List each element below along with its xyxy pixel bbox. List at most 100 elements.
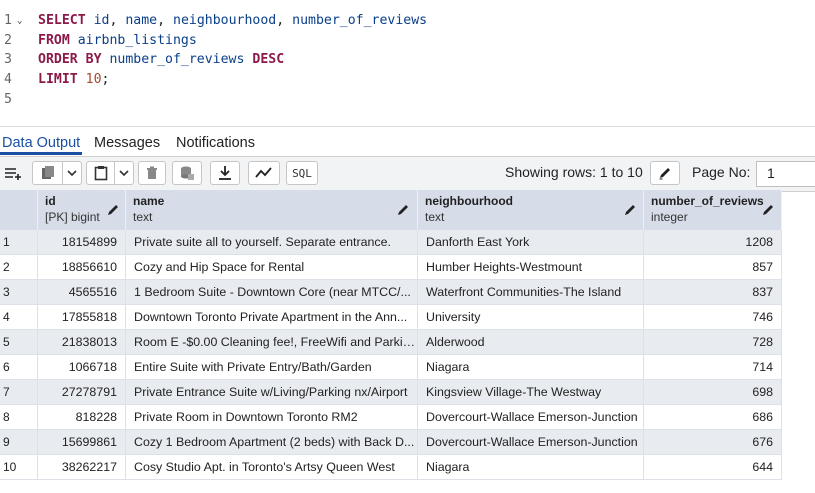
cell-neighbourhood[interactable]: Danforth East York (418, 230, 644, 255)
cell-name[interactable]: Private suite all to yourself. Separate … (126, 230, 418, 255)
row-number[interactable]: 1 (0, 230, 38, 255)
save-data-icon[interactable] (172, 161, 202, 185)
cell-neighbourhood[interactable]: Niagara (418, 455, 644, 480)
cell-number-of-reviews[interactable]: 857 (644, 255, 782, 280)
cell-name[interactable]: Room E -$0.00 Cleaning fee!, FreeWifi an… (126, 330, 418, 355)
cell-neighbourhood[interactable]: Dovercourt-Wallace Emerson-Junction (418, 430, 644, 455)
code-token: LIMIT (38, 72, 86, 88)
copy-dropdown-chevron-icon[interactable] (62, 161, 82, 185)
cell-neighbourhood[interactable]: Kingsview Village-The Westway (418, 380, 644, 405)
page-number-input[interactable]: 1 (756, 161, 815, 187)
cell-number-of-reviews[interactable]: 676 (644, 430, 782, 455)
line-gutter: 2 (0, 31, 30, 51)
sql-button[interactable]: SQL (286, 161, 318, 185)
line-gutter: 4 (0, 70, 30, 90)
delete-icon[interactable] (138, 161, 166, 185)
table-row[interactable]: 6 1066718 Entire Suite with Private Entry/… (0, 355, 782, 380)
cell-number-of-reviews[interactable]: 837 (644, 280, 782, 305)
cell-name[interactable]: 1 Bedroom Suite - Downtown Core (near MT… (126, 280, 418, 305)
tab-messages[interactable]: Messages (94, 133, 160, 153)
row-number[interactable]: 10 (0, 455, 38, 480)
table-row[interactable]: 7 27278791 Private Entrance Suite w/Living… (0, 380, 782, 405)
column-type: integer (651, 210, 688, 224)
table-row[interactable]: 9 15699861 Cozy 1 Bedroom Apartment (2 bed… (0, 430, 782, 455)
code-token: , (276, 13, 293, 28)
cell-name[interactable]: Private Entrance Suite w/Living/Parking … (126, 380, 418, 405)
cell-neighbourhood[interactable]: Niagara (418, 355, 644, 380)
cell-id[interactable]: 4565516 (38, 280, 126, 305)
download-icon[interactable] (210, 161, 240, 185)
tab-notifications[interactable]: Notifications (176, 133, 255, 153)
cell-number-of-reviews[interactable]: 714 (644, 355, 782, 380)
cell-id[interactable]: 27278791 (38, 380, 126, 405)
tab-data-output[interactable]: Data Output (2, 133, 80, 153)
cell-name[interactable]: Downtown Toronto Private Apartment in th… (126, 305, 418, 330)
line-number: 1 (4, 13, 12, 28)
column-header-name[interactable]: name text (126, 190, 418, 230)
table-row[interactable]: 8 818228 Private Room in Downtown Toronto … (0, 405, 782, 430)
edit-column-pencil-icon[interactable] (761, 203, 775, 217)
cell-name[interactable]: Entire Suite with Private Entry/Bath/Gar… (126, 355, 418, 380)
cell-number-of-reviews[interactable]: 644 (644, 455, 782, 480)
fold-chevron-icon[interactable]: ⌄ (17, 11, 22, 31)
row-number[interactable]: 8 (0, 405, 38, 430)
column-header-id[interactable]: id [PK] bigint (38, 190, 126, 230)
page-number-label: Page No: (692, 164, 751, 180)
table-row[interactable]: 10 38262217 Cosy Studio Apt. in Toronto's … (0, 455, 782, 480)
cell-id[interactable]: 15699861 (38, 430, 126, 455)
edit-column-pencil-icon[interactable] (106, 203, 120, 217)
cell-number-of-reviews[interactable]: 686 (644, 405, 782, 430)
edit-column-pencil-icon[interactable] (396, 203, 410, 217)
cell-name[interactable]: Cosy Studio Apt. in Toronto's Artsy Quee… (126, 455, 418, 480)
code-token: neighbourhood (173, 13, 277, 28)
table-row[interactable]: 4 17855818 Downtown Toronto Private Apartm… (0, 305, 782, 330)
cell-id[interactable]: 21838013 (38, 330, 126, 355)
code-text: LIMIT 10; (38, 70, 109, 90)
cell-number-of-reviews[interactable]: 746 (644, 305, 782, 330)
row-number[interactable]: 3 (0, 280, 38, 305)
table-row[interactable]: 2 18856610 Cozy and Hip Space for Rental Hu… (0, 255, 782, 280)
table-row[interactable]: 3 4565516 1 Bedroom Suite - Downtown Core … (0, 280, 782, 305)
edit-column-pencil-icon[interactable] (623, 203, 637, 217)
cell-id[interactable]: 18856610 (38, 255, 126, 280)
code-token: id (93, 13, 110, 28)
cell-name[interactable]: Private Room in Downtown Toronto RM2 (126, 405, 418, 430)
column-header-neighbourhood[interactable]: neighbourhood text (418, 190, 644, 230)
cell-neighbourhood[interactable]: Waterfront Communities-The Island (418, 280, 644, 305)
row-number[interactable]: 2 (0, 255, 38, 280)
table-row[interactable]: 5 21838013 Room E -$0.00 Cleaning fee!, Fr… (0, 330, 782, 355)
row-number[interactable]: 4 (0, 305, 38, 330)
cell-id[interactable]: 17855818 (38, 305, 126, 330)
cell-name[interactable]: Cozy and Hip Space for Rental (126, 255, 418, 280)
paste-dropdown-chevron-icon[interactable] (114, 161, 134, 185)
code-text: ORDER BY number_of_reviews DESC (38, 50, 284, 70)
cell-id[interactable]: 38262217 (38, 455, 126, 480)
row-number[interactable]: 7 (0, 380, 38, 405)
cell-number-of-reviews[interactable]: 1208 (644, 230, 782, 255)
graph-visualiser-icon[interactable] (248, 161, 280, 185)
table-row[interactable]: 1 18154899 Private suite all to yourself. … (0, 230, 782, 255)
row-number[interactable]: 6 (0, 355, 38, 380)
rows-count-label: Showing rows: 1 to 10 (505, 164, 643, 180)
cell-name[interactable]: Cozy 1 Bedroom Apartment (2 beds) with B… (126, 430, 418, 455)
column-type: text (425, 210, 445, 224)
cell-neighbourhood[interactable]: Dovercourt-Wallace Emerson-Junction (418, 405, 644, 430)
row-number[interactable]: 9 (0, 430, 38, 455)
cell-number-of-reviews[interactable]: 698 (644, 380, 782, 405)
cell-number-of-reviews[interactable]: 728 (644, 330, 782, 355)
row-number[interactable]: 5 (0, 330, 38, 355)
cell-id[interactable]: 1066718 (38, 355, 126, 380)
cell-neighbourhood[interactable]: University (418, 305, 644, 330)
cell-neighbourhood[interactable]: Alderwood (418, 330, 644, 355)
sql-editor[interactable]: 1 ⌄ SELECT id, name, neighbourhood, number… (0, 0, 815, 118)
cell-id[interactable]: 818228 (38, 405, 126, 430)
cell-neighbourhood[interactable]: Humber Heights-Westmount (418, 255, 644, 280)
edit-rows-pencil-icon[interactable] (650, 161, 680, 185)
code-text: SELECT id, name, neighbourhood, number_o… (38, 11, 427, 31)
copy-icon[interactable] (32, 161, 62, 185)
add-row-icon[interactable] (0, 161, 26, 185)
column-header-number-of-reviews[interactable]: number_of_reviews integer (644, 190, 782, 230)
paste-icon[interactable] (86, 161, 114, 185)
line-number: 2 (4, 32, 12, 48)
cell-id[interactable]: 18154899 (38, 230, 126, 255)
